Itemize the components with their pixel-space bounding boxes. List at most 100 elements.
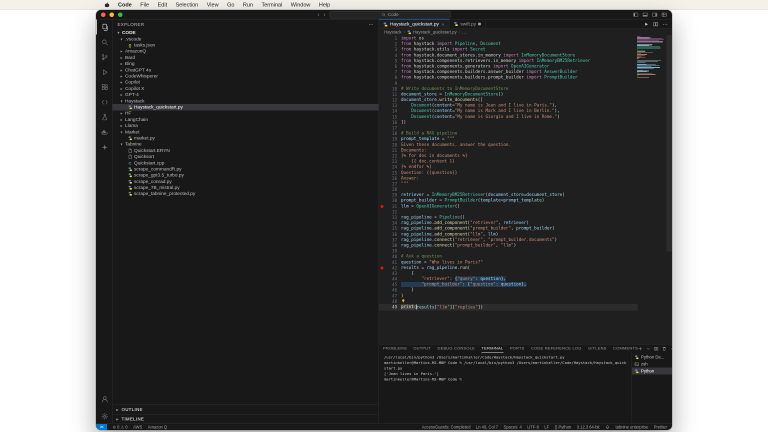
- terminal-session-python-de-[interactable]: Python De...: [632, 354, 672, 361]
- menu-item-terminal[interactable]: Terminal: [262, 2, 283, 8]
- layout-custom-icon[interactable]: [662, 12, 668, 18]
- editor-scrollbar[interactable]: [667, 35, 673, 344]
- notifications-bell[interactable]: [605, 425, 610, 430]
- menu-item-edit[interactable]: Edit: [158, 2, 167, 8]
- code-editor[interactable]: 1import os2from haystack import Pipeline…: [379, 35, 672, 344]
- chevron-right-icon: ▸: [120, 124, 124, 129]
- panel-tab-problems[interactable]: PROBLEMS: [383, 345, 407, 353]
- activity-explorer-icon[interactable]: [96, 20, 112, 35]
- editor-gutter[interactable]: 49: [379, 305, 401, 311]
- panel-tab-ports[interactable]: PORTS: [510, 345, 525, 353]
- menu-item-window[interactable]: Window: [291, 2, 311, 8]
- terminal-session-python[interactable]: Python: [632, 368, 672, 375]
- plus-icon[interactable]: [638, 346, 643, 351]
- tree-item-label: Llama: [125, 123, 138, 129]
- breadcrumb-separator: ›: [403, 30, 404, 35]
- panel-tab-terminal[interactable]: TERMINAL: [481, 345, 503, 353]
- activity-docker-icon[interactable]: [96, 125, 112, 140]
- encoding[interactable]: UTF-8: [527, 425, 539, 430]
- split-editor-icon[interactable]: [654, 346, 659, 351]
- panel-tab-code-reference-log[interactable]: CODE REFERENCE LOG: [531, 345, 582, 353]
- activity-extensions-icon[interactable]: [96, 80, 112, 95]
- aws-status[interactable]: AWS: [133, 425, 142, 430]
- search-icon: [381, 12, 386, 17]
- tab-haystack-quickstart.py[interactable]: Haystack_quickstart.py: [379, 20, 449, 29]
- layout-panel-icon[interactable]: [643, 12, 649, 18]
- explorer-more-icon[interactable]: [369, 22, 374, 27]
- tab-swift.py[interactable]: swift.py: [449, 20, 485, 29]
- chevron-down-icon: ▾: [120, 142, 124, 147]
- session-label: Python: [641, 369, 654, 374]
- zoom-window-button[interactable]: [118, 12, 123, 17]
- chevron-down-icon[interactable]: [646, 346, 651, 351]
- menu-item-run[interactable]: Run: [243, 2, 253, 8]
- menu-item-file[interactable]: File: [140, 2, 149, 8]
- language-mode[interactable]: {} Python: [555, 425, 572, 430]
- panel-tab-gitlens[interactable]: GITLENS: [588, 345, 607, 353]
- activity-remote-icon[interactable]: [96, 95, 112, 110]
- terminal-session-zsh[interactable]: zsh: [632, 361, 672, 368]
- nav-back-icon[interactable]: ‹: [318, 12, 320, 17]
- more-button[interactable]: [663, 21, 669, 27]
- minimap-line: [637, 74, 655, 75]
- amazon-q-status[interactable]: Amazon Q: [148, 425, 167, 430]
- activity-settings-icon[interactable]: [96, 409, 112, 424]
- activity-account-icon[interactable]: [96, 392, 112, 407]
- chevron-up-icon[interactable]: [670, 346, 672, 351]
- indentation[interactable]: Spaces: 4: [504, 425, 522, 430]
- tree-item-label: Haystack: [125, 98, 145, 104]
- accessguards-status[interactable]: AccessGuards: Completed: [422, 425, 471, 430]
- traffic-lights: [101, 12, 123, 17]
- json-file-icon: {}: [129, 43, 132, 48]
- menu-item-selection[interactable]: Selection: [176, 2, 199, 8]
- activity-source-control-icon[interactable]: [96, 50, 112, 65]
- minimize-window-button[interactable]: [110, 12, 115, 17]
- apple-menu-icon[interactable]: [104, 2, 110, 8]
- activity-testing-icon[interactable]: [96, 110, 112, 125]
- panel-tab-comments[interactable]: COMMENTS: [613, 345, 638, 353]
- remote-indicator[interactable]: ><: [96, 424, 107, 430]
- panel-tab-output[interactable]: OUTPUT: [413, 345, 431, 353]
- close-window-button[interactable]: [101, 12, 106, 17]
- tree-file-scrape-tabnine-protected.py[interactable]: scrape_tabnine_protected.py: [113, 191, 379, 197]
- layout-sidebar-right-icon[interactable]: [652, 12, 658, 18]
- tree-item-label: scrape_gpt3.5_turbo.py: [134, 173, 184, 179]
- activity-ai-icon[interactable]: [96, 140, 112, 155]
- close-icon[interactable]: [441, 22, 445, 26]
- cursor-position[interactable]: Ln 49, Col 7: [476, 425, 498, 430]
- run-button[interactable]: [644, 21, 650, 27]
- breadcrumb-item[interactable]: Haystack_quickstart.py: [407, 30, 457, 35]
- tree-item-label: AmazonQ: [125, 49, 146, 55]
- trash-icon[interactable]: [662, 346, 667, 351]
- command-center[interactable]: Code: [330, 11, 451, 19]
- breadcrumb-item[interactable]: Haystack: [384, 30, 401, 35]
- layout-sidebar-left-icon[interactable]: [633, 12, 639, 18]
- breakpoint-icon: [381, 267, 384, 270]
- panel-tab-debug-console[interactable]: DEBUG CONSOLE: [437, 345, 475, 353]
- file-type-icon: [128, 167, 133, 172]
- menu-item-code[interactable]: Code: [118, 2, 132, 8]
- tabnine-status[interactable]: tabnine enterprise: [616, 425, 649, 430]
- sidebar-section-timeline[interactable]: ▸TIMELINE: [113, 414, 379, 424]
- tree-item-label: Quickstart.cpp: [134, 160, 164, 166]
- activity-search-icon[interactable]: [96, 35, 112, 50]
- code-line[interactable]: 49print(results["llm"]["replies"]): [379, 305, 637, 311]
- split-editor-button[interactable]: [653, 21, 659, 27]
- sidebar-section-outline[interactable]: ▸OUTLINE: [113, 405, 379, 415]
- breakpoint-icon: [381, 205, 384, 208]
- prettier-status[interactable]: Prettier: [654, 425, 667, 430]
- breadcrumb-item[interactable]: …: [462, 30, 466, 35]
- chevron-right-icon: ▸: [116, 417, 120, 422]
- menu-item-help[interactable]: Help: [319, 2, 330, 8]
- python-icon: [635, 369, 640, 374]
- nav-forward-icon[interactable]: ›: [324, 12, 326, 17]
- problems-summary[interactable]: ⊘ 0 ⚠ 0: [113, 425, 128, 430]
- menu-item-view[interactable]: View: [207, 2, 219, 8]
- eol[interactable]: LF: [544, 425, 549, 430]
- lightbulb-icon[interactable]: [401, 298, 406, 303]
- terminal-output[interactable]: /usr/local/bin/python3 /Users/martinkell…: [379, 353, 632, 424]
- menu-item-go[interactable]: Go: [227, 2, 234, 8]
- python-interpreter[interactable]: 3.12.3 64-bit: [577, 425, 600, 430]
- activity-run-debug-icon[interactable]: [96, 65, 112, 80]
- minimap[interactable]: [637, 36, 666, 78]
